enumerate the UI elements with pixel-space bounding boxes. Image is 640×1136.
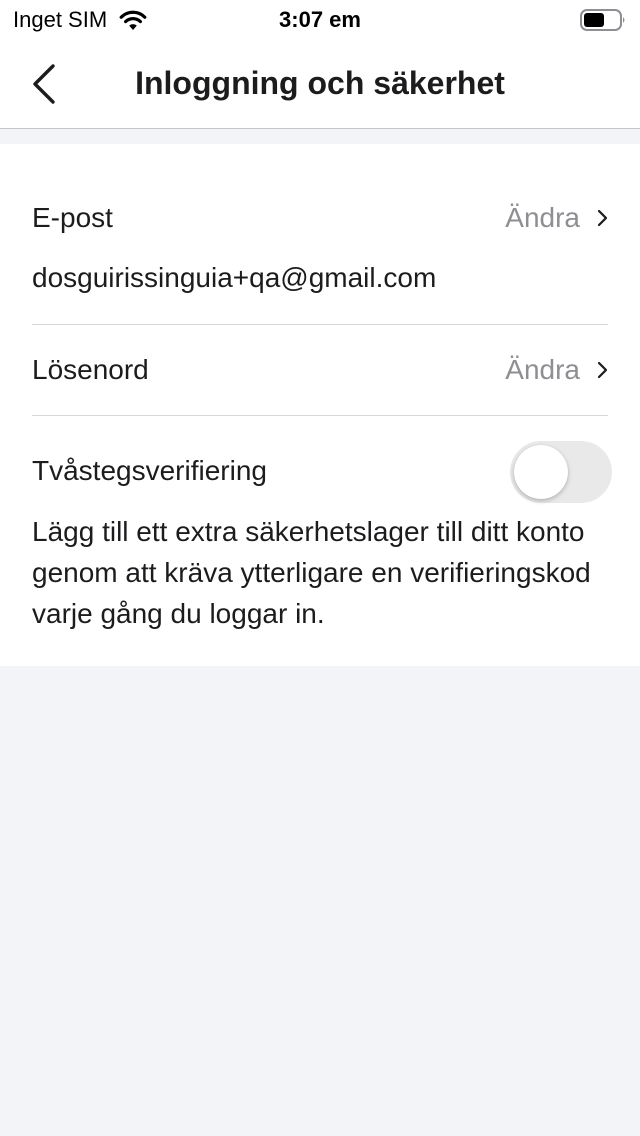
settings-card: E-post Ändra dosguirissinguia+qa@gmail.c… <box>0 144 640 666</box>
change-password-label: Ändra <box>505 354 580 385</box>
change-email-label: Ändra <box>505 202 580 233</box>
divider <box>32 415 608 416</box>
change-password-button[interactable]: Ändra <box>505 354 610 386</box>
status-bar: Inget SIM 3:07 em <box>0 0 640 40</box>
email-value: dosguirissinguia+qa@gmail.com <box>32 262 437 293</box>
battery-icon <box>580 9 625 31</box>
chevron-right-icon <box>597 361 608 379</box>
divider <box>32 324 608 325</box>
two-step-description: Lägg till ett extra säkerhetslager till … <box>32 516 591 629</box>
change-email-button[interactable]: Ändra <box>505 202 610 234</box>
status-time: 3:07 em <box>279 7 361 32</box>
two-step-toggle[interactable] <box>510 441 612 503</box>
toggle-knob <box>514 445 568 499</box>
password-label: Lösenord <box>32 354 149 385</box>
two-step-label: Tvåstegsverifiering <box>32 455 267 486</box>
page-title: Inloggning och säkerhet <box>135 65 505 101</box>
email-label: E-post <box>32 202 113 233</box>
navigation-bar: Inloggning och säkerhet <box>0 40 640 129</box>
chevron-right-icon <box>597 209 608 227</box>
